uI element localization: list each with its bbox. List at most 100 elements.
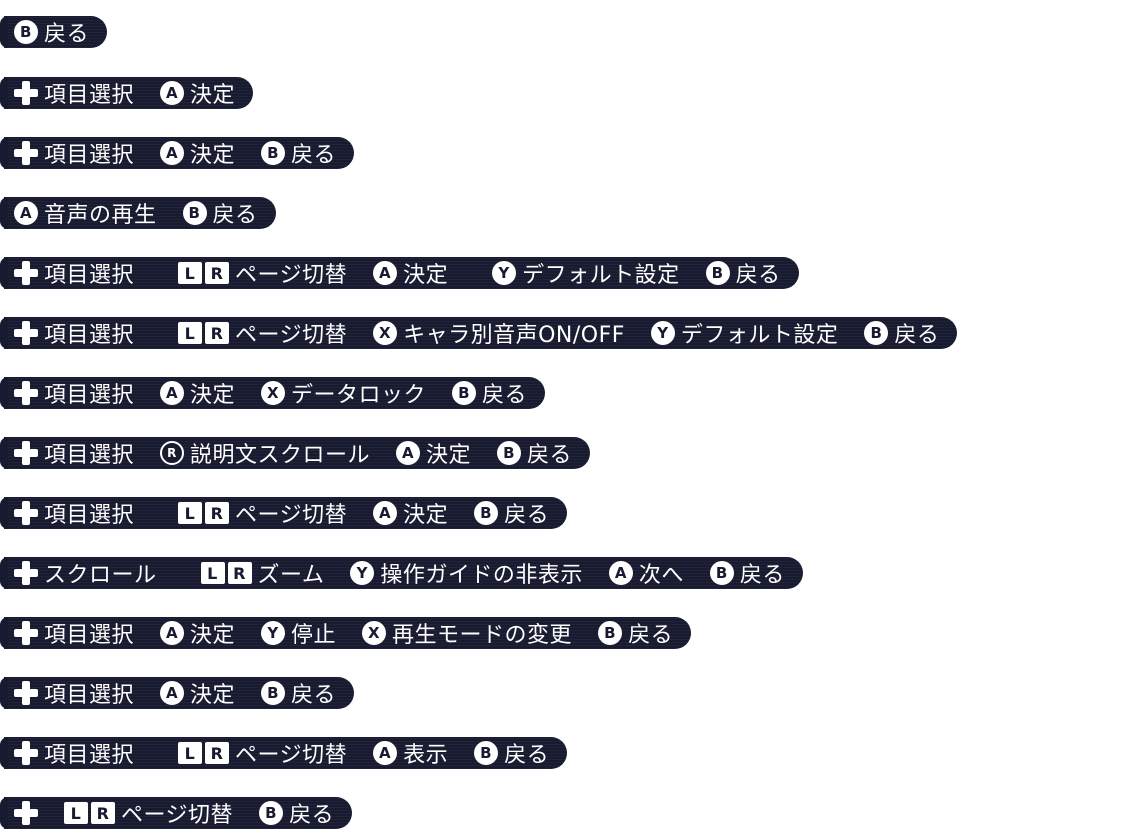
guide-label: 決定 [190, 623, 236, 648]
control-guide-bar: A 音声の再生 B 戻る [0, 197, 276, 229]
guide-item: B 戻る [261, 677, 336, 709]
guide-label: 決定 [403, 503, 449, 528]
b-button-icon: B [452, 381, 477, 405]
guide-item: X 再生モードの変更 [362, 617, 572, 649]
control-guide-bar: 項目選択 A 決定 Y 停止 X 再生モードの変更 B 戻る [0, 617, 692, 649]
guide-item: A 表示 [373, 737, 448, 769]
guide-label: スクロール [44, 563, 157, 588]
control-guide-bar: 項目選択 A 決定 B 戻る [0, 677, 355, 709]
guide-label: 音声の再生 [44, 203, 157, 228]
dpad-icon [14, 141, 38, 165]
guide-item: B 戻る [709, 557, 785, 589]
l-key-icon: L [178, 322, 203, 344]
guide-item: 項目選択 [14, 137, 134, 169]
lr-buttons-icon: LR [178, 742, 230, 764]
guide-label: ページ切替 [235, 263, 348, 288]
guide-label: ページ切替 [235, 503, 348, 528]
guide-label: 停止 [291, 623, 337, 648]
guide-item: A 決定 [160, 677, 235, 709]
guide-label: 戻る [739, 563, 785, 588]
r-key-icon: R [227, 562, 252, 584]
guide-item: B 戻る [474, 497, 549, 529]
guide-item: Y 操作ガイドの非表示 [350, 557, 583, 589]
guide-item: B 戻る [474, 737, 549, 769]
control-guide-bar: 項目選択 L R ページ切替 A 表示 B 戻る [0, 737, 568, 769]
guide-label: 決定 [403, 263, 449, 288]
r-stick-icon: R [160, 441, 185, 465]
dpad-icon [14, 801, 38, 825]
guide-label: 項目選択 [44, 323, 135, 348]
b-button-icon: B [497, 441, 522, 465]
b-button-icon: B [864, 321, 889, 345]
guide-label: 戻る [44, 22, 90, 47]
dpad-icon [14, 81, 38, 105]
guide-label: デフォルト設定 [522, 263, 680, 288]
dpad-icon [14, 321, 38, 345]
b-button-icon: B [182, 201, 207, 225]
control-guide-bar: 項目選択 A 決定 B 戻る [0, 137, 355, 169]
b-button-icon: B [474, 501, 499, 525]
guide-label: 項目選択 [44, 743, 135, 768]
lr-buttons-icon: LR [178, 322, 230, 344]
guide-item: A 決定 [160, 617, 235, 649]
guide-label: 次へ [638, 563, 684, 588]
a-button-icon: A [160, 381, 185, 405]
guide-item: 項目選択 [14, 77, 134, 109]
guide-item [14, 801, 38, 825]
control-guide-bar: スクロール L R ズーム Y 操作ガイドの非表示 A 次へ B 戻る [0, 557, 803, 589]
guide-label: キャラ別音声ON/OFF [403, 323, 625, 348]
b-button-icon: B [705, 261, 730, 285]
dpad-icon [14, 261, 38, 285]
r-key-icon: R [205, 502, 230, 524]
guide-item: L R ページ切替 [178, 497, 347, 529]
l-key-icon: L [200, 562, 225, 584]
guide-item: A 決定 [373, 257, 448, 289]
guide-label: 操作ガイドの非表示 [380, 563, 583, 588]
guide-item: R 説明文スクロール [160, 437, 370, 469]
guide-item: A 決定 [373, 497, 448, 529]
guide-label: 戻る [735, 263, 781, 288]
control-guide-bar: 項目選択 A 決定 X データロック B 戻る [0, 377, 546, 409]
guide-item: X キャラ別音声ON/OFF [373, 317, 625, 349]
x-button-icon: X [362, 621, 387, 645]
guide-label: 項目選択 [44, 443, 135, 468]
a-button-icon: A [373, 741, 398, 765]
b-button-icon: B [261, 681, 286, 705]
control-guide-bar: 項目選択 L R ページ切替 X キャラ別音声ON/OFF Y デフォルト設定 B 戻る [0, 317, 958, 349]
guide-label: 項目選択 [44, 263, 135, 288]
guide-label: 決定 [190, 683, 236, 708]
guide-label: 項目選択 [44, 143, 135, 168]
guide-label: 戻る [628, 623, 674, 648]
y-button-icon: Y [492, 261, 517, 285]
guide-label: 戻る [289, 803, 335, 828]
guide-label: 決定 [190, 83, 236, 108]
a-button-icon: A [160, 141, 185, 165]
a-button-icon: A [14, 201, 38, 225]
a-button-icon: A [160, 681, 185, 705]
guide-item: X データロック [261, 377, 426, 409]
guide-item: B 戻る [182, 197, 258, 229]
guide-item: Y 停止 [261, 617, 336, 649]
guide-label: ズーム [257, 563, 325, 588]
x-button-icon: X [373, 321, 398, 345]
r-key-icon: R [205, 322, 230, 344]
guide-item: 項目選択 [14, 257, 134, 289]
a-button-icon: A [160, 621, 185, 645]
guide-item: A 次へ [608, 557, 684, 589]
guide-item: A 決定 [160, 137, 235, 169]
guide-label: 再生モードの変更 [392, 623, 573, 648]
y-button-icon: Y [650, 321, 675, 345]
guide-item: L R ページ切替 [178, 737, 347, 769]
b-button-icon: B [261, 141, 286, 165]
dpad-icon [14, 621, 38, 645]
r-key-icon: R [205, 262, 230, 284]
guide-item: B 戻る [452, 377, 527, 409]
guide-label: 戻る [504, 503, 550, 528]
guide-label: 表示 [403, 743, 449, 768]
guide-label: 項目選択 [44, 383, 135, 408]
r-key-icon: R [205, 742, 230, 764]
guide-item: 項目選択 [14, 317, 134, 349]
guide-item: 項目選択 [14, 677, 134, 709]
dpad-icon [14, 561, 38, 585]
guide-item: スクロール [14, 557, 157, 589]
